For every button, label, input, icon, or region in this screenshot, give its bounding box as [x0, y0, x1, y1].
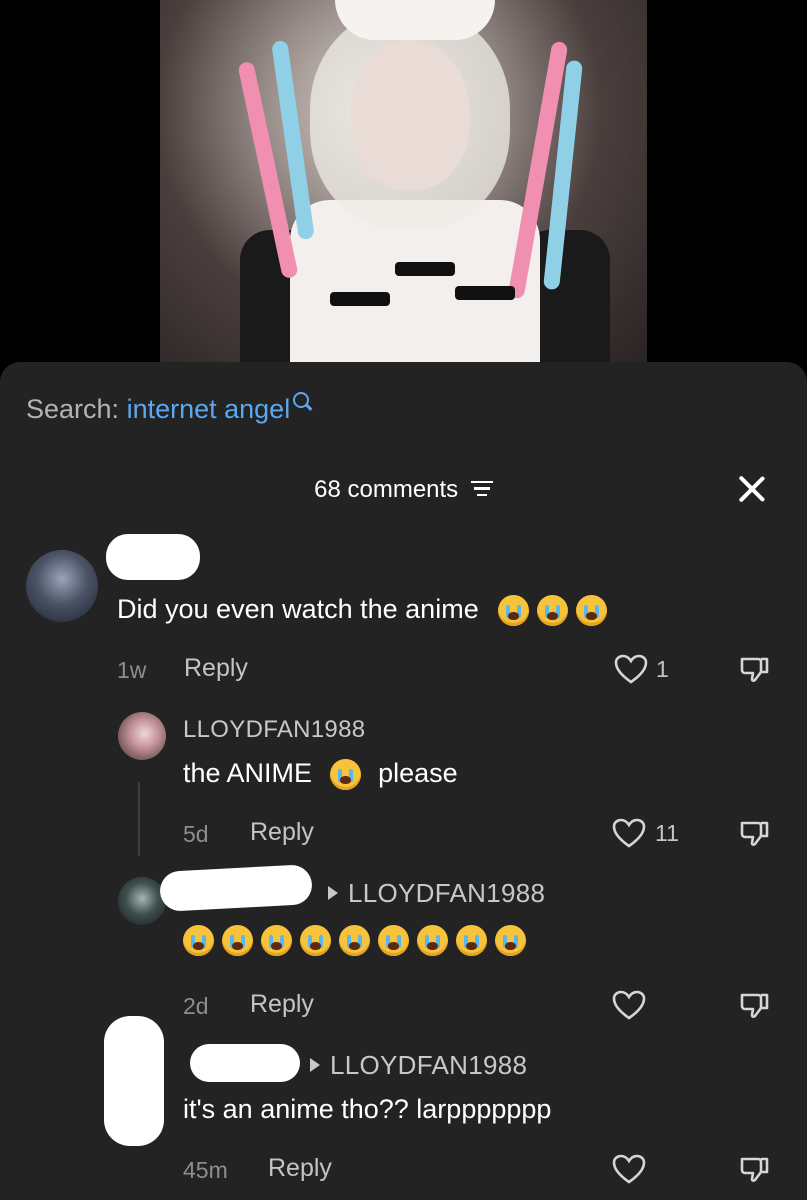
comment-time: 1w — [117, 657, 147, 683]
bow-shape — [455, 286, 515, 300]
redacted-username — [190, 1044, 300, 1082]
comment-body: the ANIME — [183, 758, 313, 788]
cap-shape — [335, 0, 495, 40]
crying-emoji — [537, 595, 569, 627]
heart-icon[interactable] — [612, 1154, 646, 1184]
crying-emoji — [378, 925, 409, 957]
reply-to-username[interactable]: LLOYDFAN1988 — [310, 1050, 527, 1081]
dislike-icon[interactable] — [738, 653, 770, 685]
comment-body: please — [378, 758, 458, 788]
dislike-icon[interactable] — [738, 817, 770, 849]
crying-emoji — [456, 925, 487, 957]
video-thumbnail[interactable] — [160, 0, 647, 362]
reply-button[interactable]: Reply — [268, 1154, 332, 1183]
comments-header: 68 comments — [0, 476, 807, 504]
close-icon[interactable] — [737, 474, 767, 504]
reply-to-username[interactable]: LLOYDFAN1988 — [328, 878, 545, 909]
crying-emoji — [339, 925, 370, 957]
crying-emoji — [576, 595, 608, 627]
thread-line — [138, 782, 140, 856]
heart-icon[interactable] — [612, 990, 646, 1020]
redacted-username — [106, 534, 200, 580]
filter-icon[interactable] — [470, 480, 493, 497]
dislike-icon[interactable] — [738, 989, 770, 1021]
comments-sheet: Search: internet angel 68 comments Did y… — [0, 362, 807, 1200]
like-count: 11 — [655, 820, 679, 846]
dislike-icon[interactable] — [738, 1153, 770, 1185]
redacted-avatar — [104, 1016, 164, 1146]
search-prefix: Search: — [26, 394, 120, 424]
search-suggestion[interactable]: Search: internet angel — [26, 392, 310, 425]
avatar[interactable] — [118, 877, 166, 925]
reply-button[interactable]: Reply — [250, 990, 314, 1019]
search-term-link[interactable]: internet angel — [127, 394, 291, 424]
comment-text: the ANIME please — [183, 758, 458, 791]
crying-emoji — [495, 925, 526, 957]
comment-text — [183, 924, 530, 957]
crying-emoji — [183, 925, 214, 957]
username[interactable]: LLOYDFAN1988 — [183, 716, 365, 744]
crying-emoji — [261, 925, 292, 957]
reply-to-label: LLOYDFAN1988 — [348, 878, 546, 908]
redacted-username — [159, 864, 313, 912]
comment-count: 68 comments — [314, 476, 459, 503]
avatar[interactable] — [26, 550, 98, 622]
comment-body: Did you even watch the anime — [117, 594, 479, 624]
heart-icon[interactable] — [612, 818, 646, 848]
crying-emoji — [329, 759, 361, 791]
comment-time: 5d — [183, 821, 209, 847]
reply-button[interactable]: Reply — [184, 654, 248, 683]
search-icon — [293, 392, 310, 408]
reply-to-label: LLOYDFAN1988 — [330, 1050, 528, 1080]
comment-time: 45m — [183, 1157, 228, 1183]
comment-text: it's an anime tho?? larppppppp — [183, 1094, 552, 1124]
comment-text: Did you even watch the anime — [117, 594, 611, 627]
like-count: 1 — [656, 656, 669, 682]
reply-arrow-icon — [328, 886, 338, 901]
avatar[interactable] — [118, 712, 166, 760]
reply-button[interactable]: Reply — [250, 818, 314, 847]
crying-emoji — [498, 595, 530, 627]
bow-shape — [330, 292, 390, 306]
face-shape — [350, 40, 470, 190]
comment-time: 2d — [183, 993, 209, 1019]
crying-emoji — [417, 925, 448, 957]
crying-emoji — [300, 925, 331, 957]
crying-emoji — [222, 925, 253, 957]
bow-shape — [395, 262, 455, 276]
heart-icon[interactable] — [614, 654, 648, 684]
reply-arrow-icon — [310, 1058, 320, 1073]
